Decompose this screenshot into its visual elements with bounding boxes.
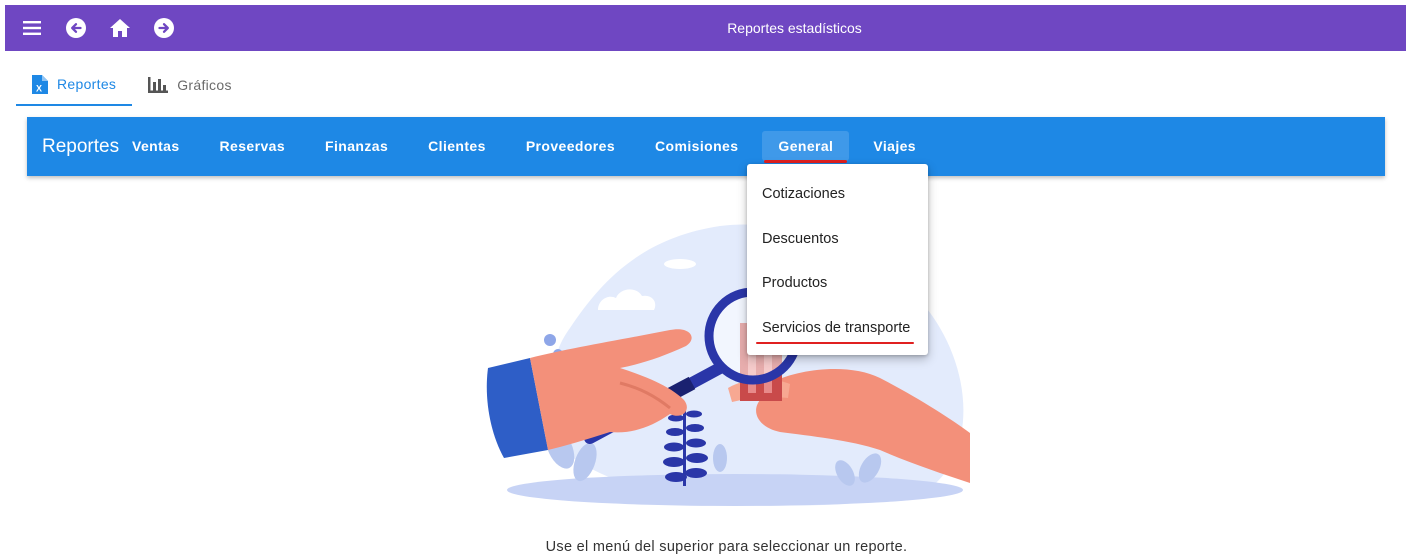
dropdown-item-productos[interactable]: Productos: [747, 261, 928, 306]
menu-item-general[interactable]: General: [762, 131, 850, 163]
menu-item-comisiones[interactable]: Comisiones: [639, 131, 754, 161]
menu-item-clientes[interactable]: Clientes: [412, 131, 502, 161]
dropdown-item-cotizaciones[interactable]: Cotizaciones: [747, 172, 928, 217]
empty-state-message: Use el menú del superior para selecciona…: [545, 539, 908, 555]
menu-item-viajes[interactable]: Viajes: [857, 131, 932, 161]
excel-file-icon: X: [32, 74, 48, 94]
tab-label: Gráficos: [177, 77, 232, 93]
menu-item-proveedores[interactable]: Proveedores: [510, 131, 631, 161]
svg-text:X: X: [36, 83, 42, 93]
menu-item-reservas[interactable]: Reservas: [204, 131, 301, 161]
reports-page: Reportes estadísticos X Reportes Gráfico…: [0, 0, 1411, 558]
app-bar: Reportes estadísticos: [5, 5, 1406, 51]
general-dropdown-menu: Cotizaciones Descuentos Productos Servic…: [747, 164, 928, 355]
tab-reportes[interactable]: X Reportes: [16, 64, 133, 106]
toolbar-brand: Reportes: [42, 136, 120, 157]
dropdown-item-descuentos[interactable]: Descuentos: [747, 217, 928, 262]
bar-chart-icon: [148, 77, 169, 93]
tab-label: Reportes: [57, 76, 117, 92]
report-toolbar: Reportes Ventas Reservas Finanzas Client…: [27, 117, 1385, 176]
dropdown-item-servicios-transporte[interactable]: Servicios de transporte: [747, 306, 928, 351]
tab-graficos[interactable]: Gráficos: [132, 64, 248, 106]
report-menu: Ventas Reservas Finanzas Clientes Provee…: [119, 131, 932, 163]
app-title: Reportes estadísticos: [727, 20, 862, 36]
menu-item-ventas[interactable]: Ventas: [119, 131, 196, 161]
view-tabs: X Reportes Gráficos: [16, 64, 248, 106]
menu-item-finanzas[interactable]: Finanzas: [309, 131, 404, 161]
